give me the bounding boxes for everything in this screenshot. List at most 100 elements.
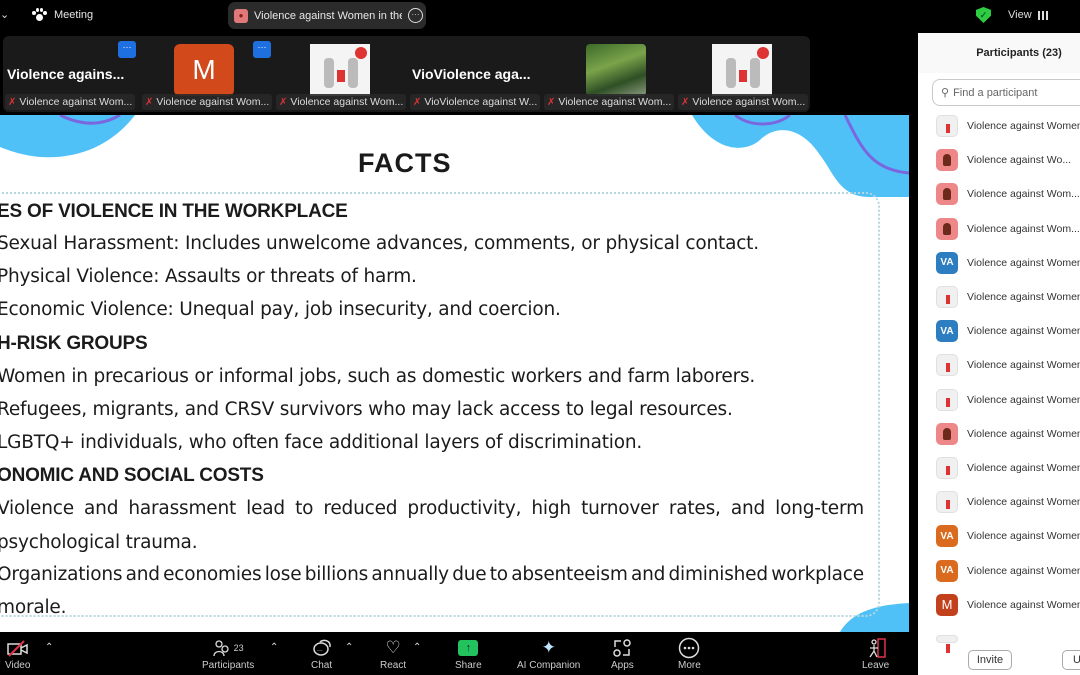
participant-list-item[interactable]: Violence against Women: [918, 109, 1080, 143]
participant-list-item[interactable]: VA Violence against Women: [918, 519, 1080, 553]
slide-word: billions: [304, 564, 369, 585]
video-tile[interactable]: ✗ Violence against Wom...: [542, 36, 676, 112]
participant-list-item[interactable]: Violence against Women: [918, 451, 1080, 485]
participant-name: Violence against Women: [967, 496, 1080, 509]
participant-list-item[interactable]: Violence against Women: [918, 383, 1080, 417]
chevron-down-icon[interactable]: ⌄: [0, 8, 9, 21]
video-options-caret-icon[interactable]: ⌃: [45, 642, 53, 653]
participant-name: Violence against Women: [967, 359, 1080, 372]
view-label: View: [1008, 9, 1032, 21]
avatar: [936, 422, 958, 445]
slide-word: Violence: [0, 498, 74, 519]
participant-list-item[interactable]: VA Violence against Women: [918, 553, 1080, 587]
video-button[interactable]: Video: [5, 636, 30, 671]
security-shield-icon[interactable]: ✓: [976, 7, 991, 23]
participant-list-item[interactable]: M Violence against Women: [918, 588, 1080, 622]
participants-button[interactable]: 23 Participants: [202, 636, 254, 671]
svg-text:...: ...: [317, 646, 323, 653]
participant-list-item[interactable]: Violence against Women: [918, 417, 1080, 451]
slide-bullet-text: morale.: [0, 597, 67, 618]
more-options-icon[interactable]: ···: [408, 8, 423, 23]
participant-name: Violence against Women: [967, 427, 1080, 440]
ai-companion-button[interactable]: ✦ AI Companion: [517, 636, 580, 671]
apps-icon: [612, 636, 632, 660]
slide-bullet-text: Sexual Harassment: Includes unwelcome ad…: [0, 233, 759, 254]
tile-name-label: ✗ Violence against Wom...: [276, 94, 406, 110]
avatar: [936, 183, 958, 206]
paw-icon: [32, 8, 47, 22]
participant-list-item[interactable]: VA Violence against Women: [918, 314, 1080, 348]
participants-options-caret-icon[interactable]: ⌃: [270, 642, 278, 653]
slide-word: reduced: [323, 498, 398, 519]
slide-section-heading: ONOMIC AND SOCIAL COSTS: [0, 465, 264, 486]
participant-name: Violence against Women: [967, 325, 1080, 338]
leave-button[interactable]: Leave: [862, 636, 889, 671]
apps-button[interactable]: Apps: [611, 636, 634, 671]
participant-list-item[interactable]: Violence against Wo...: [918, 143, 1080, 177]
slide-word: long-term: [775, 498, 864, 519]
meeting-top-bar: ⌄ Meeting ● Violence against Women in th…: [0, 0, 1080, 32]
participant-name: Violence against Women: [967, 120, 1080, 133]
avatar: VA: [936, 320, 958, 343]
invite-button[interactable]: Invite: [968, 650, 1012, 670]
slide-word: to: [489, 564, 508, 585]
muted-mic-icon: ✗: [279, 96, 288, 108]
tile-display-name: Violence agains...: [7, 66, 125, 82]
participant-list-item[interactable]: VA Violence against Women: [918, 246, 1080, 280]
tile-more-button[interactable]: ···: [253, 41, 271, 58]
chat-button[interactable]: ... Chat: [311, 636, 332, 671]
active-share-tab[interactable]: ● Violence against Women in the W ···: [228, 2, 426, 29]
react-options-caret-icon[interactable]: ⌃: [413, 642, 421, 653]
participant-list-item[interactable]: Violence against Women: [918, 348, 1080, 382]
grid-view-icon: [1037, 10, 1048, 20]
video-tile[interactable]: ✗ Violence against Wom...: [274, 36, 408, 112]
participants-panel-title: Participants (23): [918, 33, 1080, 73]
slide-word: and: [730, 498, 766, 519]
participant-name: Violence against Wo...: [967, 154, 1072, 167]
video-off-icon: [6, 636, 29, 660]
participant-list-item[interactable]: Violence against Wom...: [918, 177, 1080, 211]
video-tile[interactable]: M ··· ✗ Violence against Wom...: [140, 36, 274, 112]
avatar: [936, 286, 958, 309]
chat-icon: ...: [312, 636, 332, 660]
share-tab-title: Violence against Women in the W: [254, 9, 402, 22]
tile-name-label: ✗ Violence against Wom...: [142, 94, 272, 110]
slide-word: high: [531, 498, 571, 519]
participant-list-item[interactable]: Violence against Wom...: [918, 212, 1080, 246]
slide-word: harassment: [128, 498, 237, 519]
more-button[interactable]: More: [678, 636, 701, 671]
video-tile[interactable]: ✗ Violence against Wom...: [676, 36, 810, 112]
muted-mic-icon: ✗: [8, 96, 17, 108]
participant-list-item[interactable]: Violence against Women: [918, 485, 1080, 519]
slide-word: diminished: [668, 564, 769, 585]
video-tile[interactable]: VioViolence aga... ✗ VioViolence against …: [408, 36, 542, 112]
slide-word: annually: [371, 564, 449, 585]
unmute-all-button[interactable]: U: [1062, 650, 1080, 670]
slide-word: absenteeism: [511, 564, 628, 585]
chat-options-caret-icon[interactable]: ⌃: [345, 642, 353, 653]
sharer-avatar-icon: ●: [234, 8, 248, 23]
slide-word: and: [84, 498, 119, 519]
slide-word: Organizations: [0, 564, 123, 585]
meeting-label: Meeting: [54, 9, 94, 21]
avatar: VA: [936, 251, 958, 274]
participant-name: Violence against Wom...: [967, 188, 1080, 201]
participant-search-input[interactable]: ⚲ Find a participant: [932, 79, 1080, 106]
muted-mic-icon: ✗: [413, 96, 422, 108]
share-button[interactable]: ↑ Share: [455, 636, 482, 671]
meeting-menu[interactable]: Meeting: [32, 8, 93, 22]
slide-bullet-text: Organizations and economies lose billions ann…: [0, 564, 864, 585]
tile-more-button[interactable]: ···: [118, 41, 136, 58]
avatar: [936, 115, 958, 138]
participant-list-item[interactable]: Violence against Women: [918, 280, 1080, 314]
more-icon: [678, 636, 700, 660]
avatar: [936, 354, 958, 377]
view-button[interactable]: View: [1008, 9, 1048, 21]
avatar: VA: [936, 559, 958, 582]
share-screen-icon: ↑: [458, 640, 479, 656]
avatar: [936, 491, 958, 514]
video-tile[interactable]: Violence agains... ··· ✗ Violence against…: [3, 36, 137, 112]
forest-photo-image: [586, 44, 646, 96]
react-button[interactable]: ♡ React: [380, 636, 406, 671]
avatar: [936, 149, 958, 172]
